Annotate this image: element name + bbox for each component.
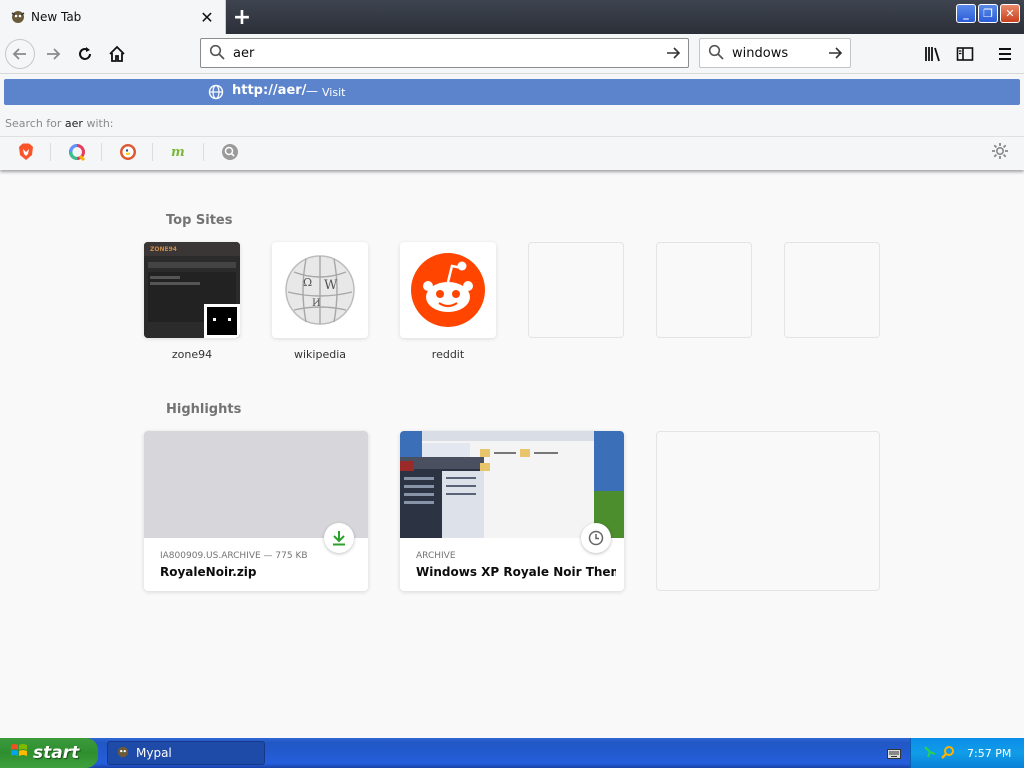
navigation-toolbar: aer windows — [0, 34, 1024, 74]
search-icon — [209, 44, 225, 63]
svg-text:ZONE94: ZONE94 — [150, 246, 177, 253]
search-for-term: aer — [64, 117, 83, 130]
tab-title: New Tab — [31, 10, 82, 24]
engine-divider — [101, 143, 102, 161]
forward-arrow-icon — [47, 48, 61, 60]
window-controls: _ ❐ ✕ — [956, 4, 1020, 23]
reload-icon — [79, 47, 91, 60]
go-arrow-icon[interactable] — [658, 45, 688, 61]
highlight-card-royale-noir-theme[interactable]: ARCHIVE Windows XP Royale Noir Theme ... — [400, 431, 624, 591]
top-site-empty-slot — [528, 242, 624, 338]
minimize-button[interactable]: _ — [956, 4, 976, 23]
highlights-title: Highlights — [166, 402, 242, 417]
suggestion-url: http://aer/ — [232, 83, 307, 98]
engine-divider — [203, 143, 204, 161]
sidebar-button[interactable] — [950, 39, 980, 69]
tab-new-tab[interactable]: New Tab ✕ — [0, 0, 226, 34]
highlight-title: Windows XP Royale Noir Theme ... — [416, 565, 616, 579]
url-suggestion-row[interactable]: http://aer/ — Visit — [4, 79, 1020, 105]
restore-button[interactable]: ❐ — [978, 4, 998, 23]
qwant-icon[interactable] — [68, 143, 86, 161]
tab-strip: New Tab ✕ + _ ❐ ✕ — [0, 0, 1024, 34]
library-icon — [925, 47, 940, 62]
clock-icon — [581, 523, 611, 553]
mypal-favicon-icon — [10, 9, 26, 25]
brave-icon[interactable] — [17, 143, 35, 161]
search-for-prefix: Search for — [5, 117, 62, 130]
autocomplete-popup: http://aer/ — Visit Search for aer with:… — [0, 74, 1024, 170]
highlight-thumbnail — [144, 431, 368, 538]
top-site-reddit[interactable] — [400, 242, 496, 338]
taskbar: start Mypal 7:57 PM — [0, 738, 1024, 768]
home-button[interactable] — [102, 39, 132, 69]
reload-button[interactable] — [70, 39, 100, 69]
taskbar-item-label: Mypal — [136, 746, 172, 760]
search-go-arrow-icon[interactable] — [820, 45, 850, 61]
highlight-empty-slot — [656, 431, 880, 591]
highlight-card-royalenoir-zip[interactable]: IA800909.US.ARCHIVE — 775 KB RoyaleNoir.… — [144, 431, 368, 591]
new-tab-button[interactable]: + — [228, 3, 256, 31]
search-for-label: Search for aer with: — [5, 117, 114, 130]
sidebar-icon — [956, 47, 974, 61]
search-icon — [708, 44, 724, 63]
search-engine-icon[interactable] — [221, 143, 239, 161]
duckduckgo-icon[interactable] — [119, 143, 137, 161]
start-button[interactable]: start — [0, 738, 98, 768]
taskbar-item-mypal[interactable]: Mypal — [107, 741, 265, 765]
url-input[interactable]: aer — [233, 46, 658, 61]
back-button[interactable] — [5, 39, 35, 69]
tab-close-icon[interactable]: ✕ — [197, 7, 217, 27]
highlight-title: RoyaleNoir.zip — [160, 565, 257, 579]
svg-text:m: m — [171, 145, 185, 159]
one-off-search-engines: m — [0, 136, 1024, 164]
highlight-thumbnail — [400, 431, 624, 538]
home-icon — [109, 45, 125, 62]
globe-icon — [208, 84, 224, 103]
top-sites-title: Top Sites — [166, 213, 233, 228]
highlight-meta: IA800909.US.ARCHIVE — 775 KB — [160, 551, 308, 561]
library-button[interactable] — [918, 39, 948, 69]
mojeek-icon[interactable]: m — [170, 143, 188, 161]
close-window-button[interactable]: ✕ — [1000, 4, 1020, 23]
search-bar[interactable]: windows — [699, 38, 851, 68]
download-icon — [324, 523, 354, 553]
mypal-icon — [116, 745, 130, 762]
hamburger-menu-icon — [999, 48, 1011, 60]
suggestion-action: Visit — [322, 86, 346, 99]
reddit-icon — [411, 253, 485, 327]
top-site-label: reddit — [431, 348, 465, 361]
zone94-thumbnail: ZONE94 — [144, 242, 240, 338]
svg-text:Ω: Ω — [303, 276, 312, 289]
back-arrow-icon — [12, 48, 26, 60]
start-label: start — [33, 743, 80, 763]
forward-button[interactable] — [38, 39, 68, 69]
highlight-meta: ARCHIVE — [416, 551, 456, 561]
top-site-wikipedia[interactable]: Ω W И — [272, 242, 368, 338]
windows-logo-icon — [10, 742, 28, 765]
search-input[interactable]: windows — [732, 46, 820, 61]
engine-divider — [50, 143, 51, 161]
top-site-empty-slot — [656, 242, 752, 338]
url-bar[interactable]: aer — [200, 38, 689, 68]
top-site-empty-slot — [784, 242, 880, 338]
top-site-label: wikipedia — [293, 348, 346, 361]
search-settings-gear-icon[interactable] — [991, 142, 1009, 163]
search-tray-icon[interactable] — [941, 745, 955, 762]
network-icon[interactable] — [923, 745, 937, 762]
suggestion-separator: — — [306, 84, 318, 98]
svg-text:W: W — [324, 278, 338, 293]
top-site-label: zone94 — [171, 348, 213, 361]
menu-button[interactable] — [990, 39, 1020, 69]
svg-text:И: И — [312, 298, 321, 309]
keyboard-icon[interactable] — [887, 748, 901, 762]
search-for-suffix: with: — [86, 117, 114, 130]
clock[interactable]: 7:57 PM — [967, 747, 1011, 760]
top-site-zone94[interactable]: ZONE94 — [144, 242, 240, 338]
engine-divider — [152, 143, 153, 161]
system-tray: 7:57 PM — [910, 738, 1024, 768]
wikipedia-icon: Ω W И — [285, 255, 355, 325]
